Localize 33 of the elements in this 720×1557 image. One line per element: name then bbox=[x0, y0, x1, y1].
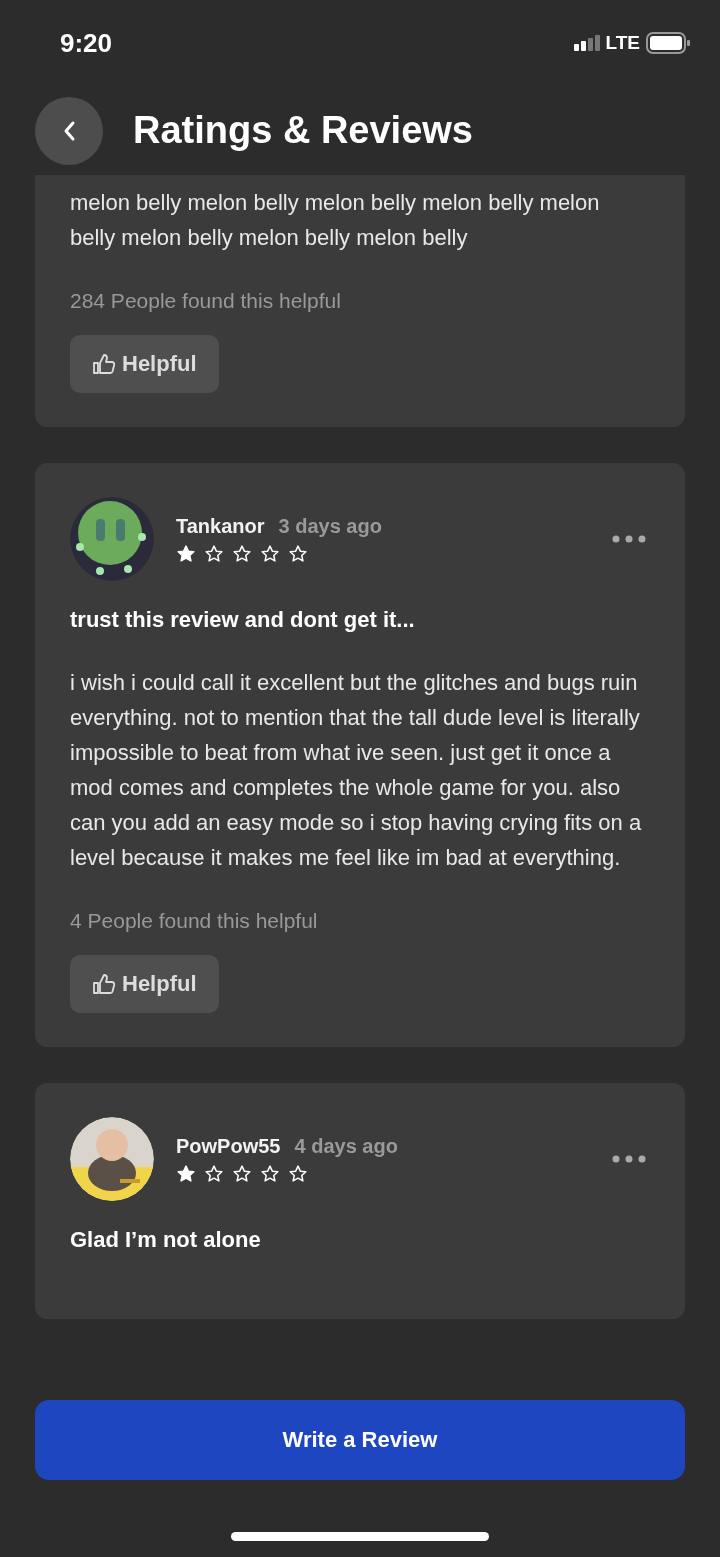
thumbs-up-icon bbox=[92, 973, 116, 995]
page-title: Ratings & Reviews bbox=[133, 109, 473, 152]
helpful-count: 284 People found this helpful bbox=[70, 289, 342, 313]
review-date: 3 days ago bbox=[278, 514, 382, 538]
status-time: 9:20 bbox=[60, 27, 113, 59]
helpful-button[interactable]: Helpful bbox=[70, 335, 219, 393]
review-title: trust this review and dont get it... bbox=[70, 607, 416, 633]
star-icon bbox=[176, 1163, 196, 1184]
star-icon bbox=[288, 543, 308, 564]
star-icon bbox=[288, 1163, 308, 1184]
star-icon bbox=[232, 1163, 252, 1184]
write-review-button[interactable]: Write a Review bbox=[35, 1400, 685, 1480]
helpful-button[interactable]: Helpful bbox=[70, 955, 219, 1013]
star-icon bbox=[260, 1163, 280, 1184]
network-label: LTE bbox=[605, 32, 640, 54]
battery-icon bbox=[646, 32, 690, 54]
review-text: i wish i could call it excellent but the glitches and bugs ruin everything. not to mention that the tall dude level is literally impossible to beat from what ive seen. just get it once a mod comes and completes the whole game for you. also can you add an easy mode so i stop having crying fits on a level because it makes me feel like im bad at everything. bbox=[70, 669, 643, 872]
star-icon bbox=[176, 543, 196, 564]
thumbs-up-icon bbox=[92, 353, 116, 375]
star-icon bbox=[204, 543, 224, 564]
star-icon bbox=[204, 1163, 224, 1184]
reviewer-name: Tankanor bbox=[176, 514, 265, 538]
reviewer-name: PowPow55 bbox=[176, 1134, 281, 1158]
chevron-left-icon bbox=[62, 119, 76, 142]
star-icon bbox=[232, 543, 252, 564]
more-icon bbox=[612, 1155, 646, 1163]
more-icon bbox=[612, 535, 646, 543]
review-text: melon belly melon belly melon belly melon belly melon belly melon belly melon belly melon belly bbox=[70, 189, 601, 252]
review-title: Glad I’m not alone bbox=[70, 1227, 262, 1253]
helpful-count: 4 People found this helpful bbox=[70, 909, 319, 933]
signal-icon bbox=[573, 35, 600, 51]
star-icon bbox=[260, 543, 280, 564]
review-date: 4 days ago bbox=[294, 1134, 398, 1158]
